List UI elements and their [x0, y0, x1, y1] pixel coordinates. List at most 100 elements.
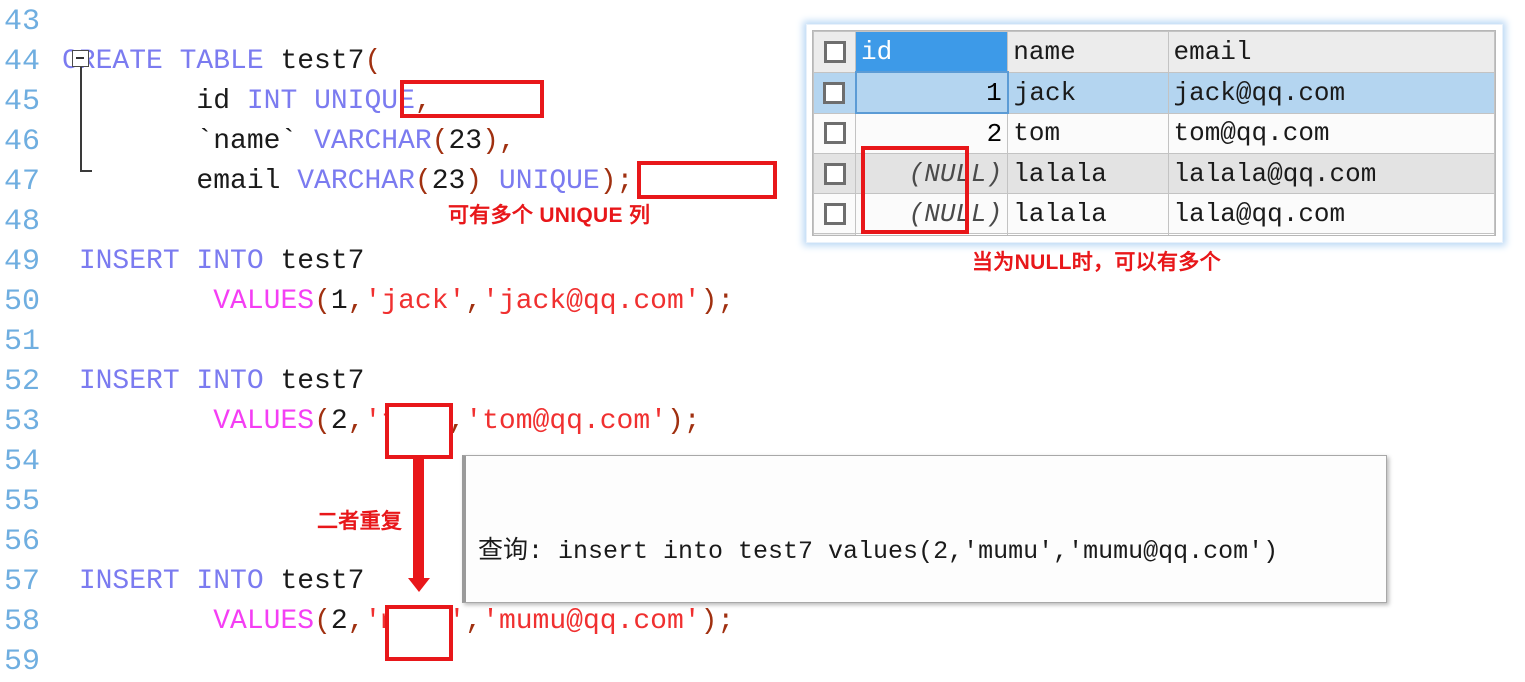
code-token: (	[314, 406, 331, 437]
code-token: test7	[280, 246, 365, 277]
code-text[interactable]: id INT UNIQUE,	[62, 82, 431, 122]
code-token: 23	[448, 126, 483, 157]
column-header-name[interactable]: name	[1007, 31, 1169, 73]
checkbox-icon[interactable]	[823, 162, 846, 185]
code-token: (	[314, 606, 331, 637]
code-token: ,	[347, 286, 365, 317]
code-token: );	[700, 286, 735, 317]
line-number: 52	[4, 365, 41, 399]
cell-id[interactable]: 1	[854, 71, 1009, 114]
code-token: test7	[280, 566, 365, 597]
line-number: 53	[4, 405, 41, 439]
code-token: 23	[431, 166, 466, 197]
annotation-unique-columns: 可有多个 UNIQUE 列	[448, 204, 651, 227]
code-token: 'jack'	[364, 286, 466, 317]
highlight-box-unique-email	[637, 161, 777, 199]
highlight-box-null-values	[861, 146, 969, 234]
line-number: 59	[4, 645, 41, 679]
result-grid-header-row: id name email	[813, 31, 1495, 73]
column-header-email[interactable]: email	[1167, 31, 1495, 73]
row-checkbox-cell[interactable]	[813, 193, 857, 234]
code-text[interactable]: INSERT INTO test7	[62, 242, 365, 282]
code-token: ),	[482, 126, 516, 157]
code-token: 2	[330, 606, 348, 637]
code-text[interactable]: CREATE TABLE test7(	[62, 42, 381, 82]
line-number: 43	[4, 5, 41, 39]
checkbox-icon[interactable]	[823, 122, 846, 145]
select-all-checkbox-cell[interactable]	[813, 31, 857, 73]
row-checkbox-cell[interactable]	[813, 112, 857, 154]
code-token: );	[666, 406, 701, 437]
checkbox-icon[interactable]	[823, 81, 846, 104]
checkbox-icon[interactable]	[823, 202, 846, 225]
line-number: 45	[4, 85, 41, 119]
cell-email[interactable]: tom@qq.com	[1167, 112, 1495, 154]
checkbox-icon[interactable]	[823, 40, 846, 63]
code-text[interactable]: VALUES(1,'jack','jack@qq.com');	[62, 282, 734, 322]
code-token: INSERT INTO	[78, 246, 281, 277]
code-token: CREATE TABLE	[62, 46, 281, 77]
duplicate-link-arrow-stem	[413, 459, 424, 580]
code-token: UNIQUE	[498, 166, 600, 197]
cell-name[interactable]: tom	[1007, 112, 1169, 154]
code-token: (	[364, 46, 382, 77]
cell-name[interactable]: jack	[1007, 71, 1169, 114]
highlight-box-unique-id	[400, 80, 544, 118]
code-token: ,	[465, 606, 483, 637]
code-token: INSERT INTO	[78, 366, 281, 397]
cell-email[interactable]: lalala@qq.com	[1167, 153, 1495, 194]
line-number: 44	[4, 45, 41, 79]
code-token: VARCHAR	[314, 126, 432, 157]
code-token: ,	[347, 606, 365, 637]
highlight-box-duplicate-id-second	[385, 605, 453, 661]
code-token: );	[599, 166, 634, 197]
code-token: 'mumu@qq.com'	[482, 606, 701, 637]
code-token: ,	[465, 286, 483, 317]
annotation-null-multiple: 当为NULL时，可以有多个	[972, 251, 1221, 274]
code-token: 2	[330, 406, 348, 437]
code-token: VARCHAR	[297, 166, 415, 197]
code-token: VALUES	[213, 286, 315, 317]
cell-name[interactable]: lalala	[1007, 193, 1169, 234]
code-fold-guide-foot	[79, 170, 92, 172]
code-text[interactable]: VALUES(2,'tom','tom@qq.com');	[62, 402, 701, 442]
error-message-tooltip: 查询: insert into test7 values(2,'mumu','m…	[462, 455, 1387, 603]
line-number: 50	[4, 285, 41, 319]
code-text[interactable]: INSERT INTO test7	[62, 362, 365, 402]
code-token: `name`	[62, 126, 315, 157]
grid-filler-cell	[813, 233, 857, 235]
code-fold-toggle-icon[interactable]	[72, 50, 89, 67]
cell-email[interactable]: lala@qq.com	[1167, 193, 1495, 234]
line-number: 58	[4, 605, 41, 639]
row-checkbox-cell[interactable]	[813, 153, 857, 194]
code-token: VALUES	[213, 606, 315, 637]
line-number: 56	[4, 525, 41, 559]
column-header-id[interactable]: id	[855, 31, 1009, 73]
code-text[interactable]: INSERT INTO test7	[62, 562, 365, 602]
code-token: test7	[280, 366, 365, 397]
grid-filler-cell	[1167, 233, 1495, 235]
table-row[interactable]: 1 jack jack@qq.com	[813, 71, 1495, 114]
line-number: 51	[4, 325, 41, 359]
code-token: )	[465, 166, 499, 197]
code-token: VALUES	[213, 406, 315, 437]
cell-email[interactable]: jack@qq.com	[1167, 71, 1495, 114]
code-token: 'tom@qq.com'	[465, 406, 667, 437]
row-checkbox-cell[interactable]	[813, 71, 857, 114]
line-number: 55	[4, 485, 41, 519]
code-text[interactable]: `name` VARCHAR(23),	[62, 122, 516, 162]
annotation-duplicate: 二者重复	[317, 510, 403, 533]
line-number: 49	[4, 245, 41, 279]
code-fold-guide-line	[79, 67, 82, 172]
code-token: 'jack@qq.com'	[482, 286, 701, 317]
line-number: 47	[4, 165, 41, 199]
code-token: 1	[330, 286, 348, 317]
code-token: test7	[280, 46, 365, 77]
code-token: (	[314, 286, 331, 317]
code-text[interactable]: email VARCHAR(23) UNIQUE);	[62, 162, 633, 202]
cell-name[interactable]: lalala	[1007, 153, 1169, 194]
